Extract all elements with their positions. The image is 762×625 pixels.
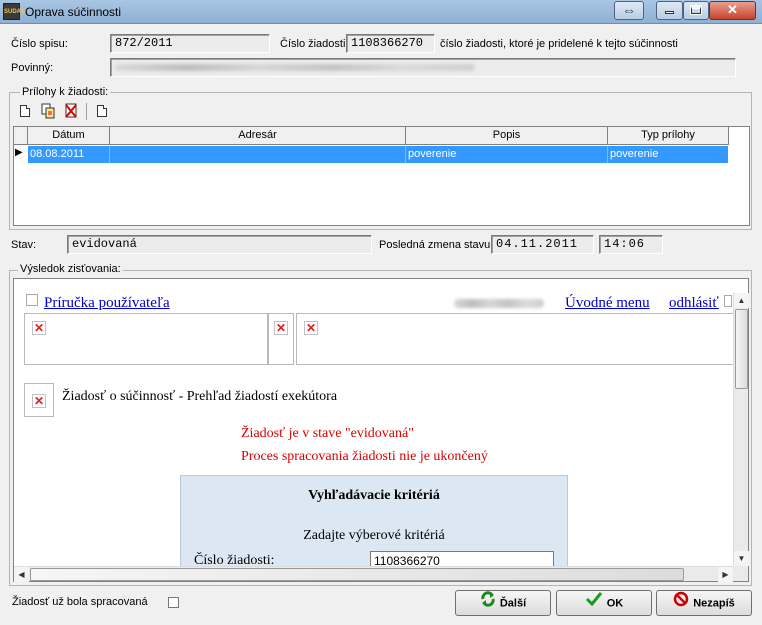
horizontal-scrollbar[interactable]: ◀ ▶ [14,566,733,582]
cell-typ: poverenie [610,148,659,160]
window-title: Oprava súčinnosti [25,5,122,19]
stav-field[interactable]: evidovaná [67,235,372,254]
cell-datum: 08.08.2011 [28,146,110,163]
close-button[interactable]: ✕ [709,1,756,20]
delete-attachment-icon[interactable] [63,103,79,119]
next-button-label: Ďalší [499,597,527,610]
toolbar-divider [86,103,87,120]
minimize-button[interactable] [656,1,683,20]
posledna-zmena-date[interactable]: 04.11.2011 [491,235,594,254]
cislo-ziadosti-field[interactable]: 1108366270 [346,34,435,53]
row-marker-icon: ▶ [15,147,23,158]
redacted-name [115,64,475,71]
column-header-popis[interactable]: Popis [406,127,608,145]
broken-image-icon: ✕ [304,321,318,335]
attachments-table[interactable]: Dátum Adresár Popis Typ prílohy ▶ 08.08.… [13,126,750,226]
attachments-group-title: Prílohy k žiadosti: [20,86,111,98]
cislo-spisu-label: Číslo spisu: [11,38,68,50]
broken-image-icon [26,294,38,306]
page-heading: Žiadosť o súčinnosť - Prehľad žiadostí e… [62,389,338,404]
processed-checkbox[interactable] [168,597,179,608]
heading-image: ✕ [24,383,54,417]
maximize-button[interactable] [683,1,709,20]
broken-image-icon [724,295,732,307]
horizontal-scroll-thumb[interactable] [30,568,684,581]
refresh-icon [480,591,496,616]
resize-button[interactable]: ⇔ [614,1,644,20]
header-image-mid: ✕ [268,313,294,365]
broken-image-icon: ✕ [274,321,288,335]
logout-link[interactable]: odhlásiť [669,295,719,312]
cislo-ziadosti-label: Číslo žiadosti: [280,38,349,50]
cell-popis: poverenie [406,146,608,163]
cancel-button[interactable]: Nezapíš [656,590,752,616]
checkmark-icon [585,591,603,616]
new-attachment-icon[interactable] [17,103,33,119]
no-entry-icon [673,591,689,616]
cancel-button-label: Nezapíš [693,597,735,610]
stav-label: Stav: [11,239,37,251]
row-header-corner [14,127,28,145]
result-web-panel[interactable]: Príručka používateľa Úvodné menu odhlási… [13,278,749,582]
processed-label: Žiadosť už bola spracovaná [12,596,148,608]
redacted-user [454,299,544,308]
app-icon: SUDAS [3,3,25,20]
column-header-adresar[interactable]: Adresár [110,127,406,145]
scroll-corner [733,566,748,581]
scroll-left-icon[interactable]: ◀ [14,567,29,582]
column-header-typ[interactable]: Typ prílohy [608,127,729,145]
result-group-title: Výsledok zisťovania: [18,263,123,275]
maximize-icon [690,5,702,15]
broken-image-icon: ✕ [32,321,46,335]
vertical-scroll-thumb[interactable] [735,309,748,389]
manual-link[interactable]: Príručka používateľa [44,295,170,312]
vertical-scrollbar[interactable]: ▲ ▼ [733,293,749,566]
ok-button[interactable]: OK [556,590,652,616]
criteria-subtitle: Zadajte výberové kritériá [303,528,445,543]
broken-image-icon: ✕ [32,394,46,408]
next-button[interactable]: Ďalší [455,590,551,616]
copy-attachment-icon[interactable] [40,103,56,119]
minimize-icon [665,11,674,14]
column-header-datum[interactable]: Dátum [28,127,110,145]
process-message: Proces spracovania žiadosti nie je ukonč… [241,449,488,464]
main-menu-link[interactable]: Úvodné menu [565,295,650,312]
open-attachment-icon[interactable] [94,103,110,119]
table-row[interactable]: 08.08.2011 poverenie poverenie [28,146,728,163]
povinny-label: Povinný: [11,62,54,74]
scroll-down-icon[interactable]: ▼ [734,551,749,566]
header-image-right: ✕ [296,313,736,365]
criteria-title: Vyhľadávacie kritériá [308,488,440,503]
header-image-left: ✕ [24,313,268,365]
posledna-zmena-label: Posledná zmena stavu: [379,239,494,251]
scroll-right-icon[interactable]: ▶ [718,567,733,582]
cislo-ziadosti-hint: číslo žiadosti, ktoré je pridelené k tej… [440,38,678,50]
cislo-spisu-field[interactable]: 872/2011 [110,34,270,53]
ok-button-label: OK [606,597,624,610]
cell-adresar [110,146,406,163]
posledna-zmena-time[interactable]: 14:06 [599,235,663,254]
state-message: Žiadosť je v stave "evidovaná" [241,426,414,441]
scroll-up-icon[interactable]: ▲ [734,293,749,308]
